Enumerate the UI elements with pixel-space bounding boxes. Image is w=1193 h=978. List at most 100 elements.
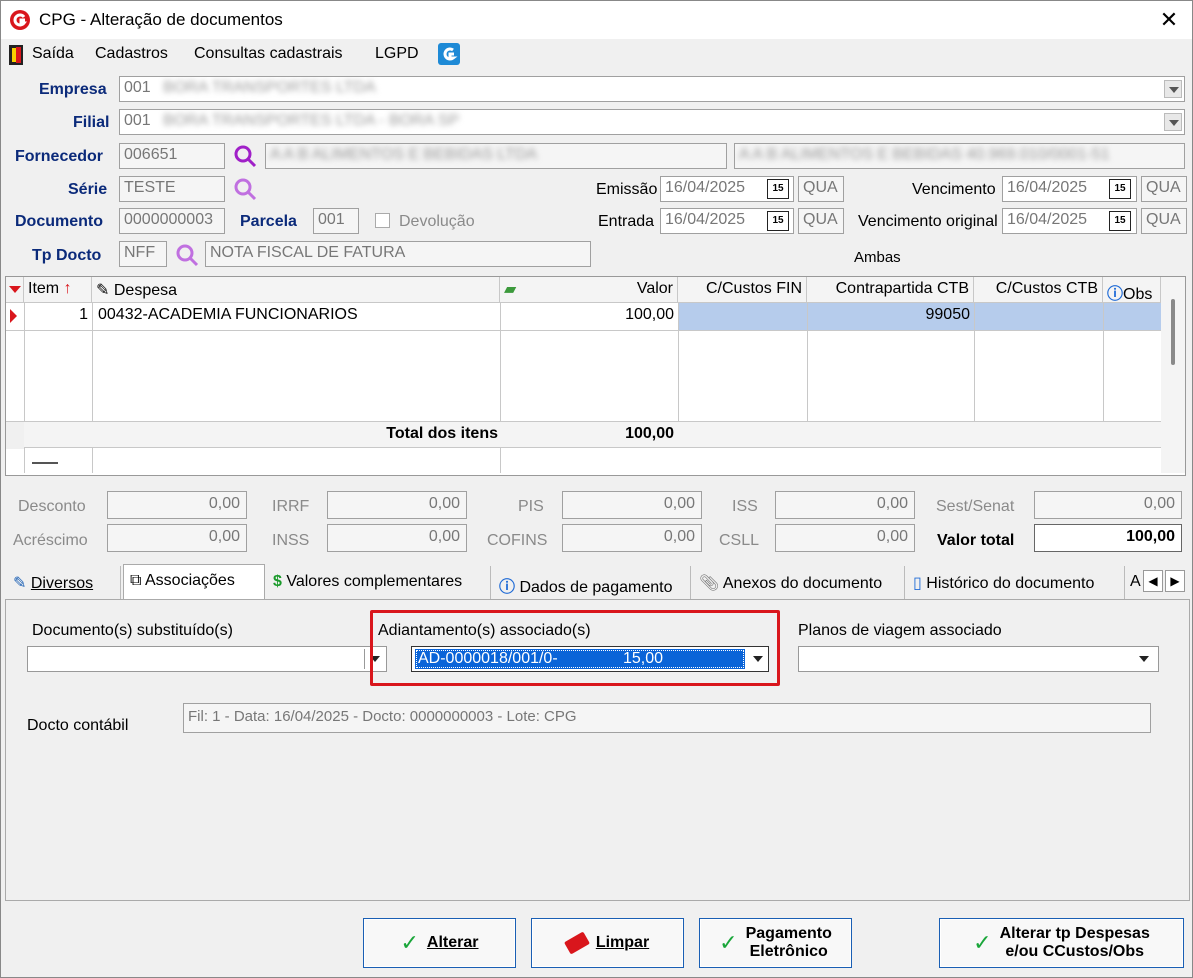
inss-field[interactable]: 0,00 [327, 524, 467, 552]
grid-header-ccustos-ctb[interactable]: C/Custos CTB [974, 277, 1103, 303]
limpar-button[interactable]: Limpar [531, 918, 684, 968]
acrescimo-label: Acréscimo [13, 532, 88, 549]
items-grid: Item ↑ ✎ Despesa ▰ Valor C/Custos FIN Con… [5, 276, 1186, 476]
menu-bar [1, 39, 1192, 71]
pis-field[interactable]: 0,00 [562, 491, 702, 519]
menu-cadastros[interactable]: Cadastros [95, 45, 168, 63]
tab-historico[interactable]: ▯ Histórico do documento [907, 566, 1125, 600]
info-icon: ⓘ [1107, 286, 1124, 303]
csll-label: CSLL [719, 532, 760, 549]
calendar-icon[interactable]: 15 [767, 211, 789, 231]
documento-field[interactable]: 0000000003 [119, 208, 225, 234]
adiantamento-label: Adiantamento(s) associado(s) [378, 622, 591, 639]
vencimento-original-weekday: QUA [1141, 208, 1187, 234]
acrescimo-field[interactable]: 0,00 [107, 524, 247, 552]
filial-name: BORA TRANSPORTES LTDA - BORA SP [163, 112, 460, 129]
adiantamento-selected-value: AD-0000018/001/0- 15,00 [415, 649, 745, 669]
cofins-label: COFINS [487, 532, 548, 549]
search-icon[interactable] [233, 144, 257, 168]
fornecedor-code-field[interactable]: 006651 [119, 143, 225, 169]
money-icon: ▰ [504, 281, 517, 298]
calendar-icon[interactable]: 15 [1109, 179, 1131, 199]
valor-total-field: 100,00 [1034, 524, 1182, 552]
grid-splitter[interactable] [32, 462, 58, 464]
edit-icon: ✎ [13, 575, 27, 592]
substituidos-select[interactable] [27, 646, 387, 672]
menu-lgpd[interactable]: LGPD [375, 45, 419, 63]
search-icon[interactable] [175, 243, 199, 267]
chevron-down-icon[interactable] [1164, 113, 1182, 131]
alterar-tp-despesas-button[interactable]: ✓ Alterar tp Despesas e/ou CCustos/Obs [939, 918, 1184, 968]
g-app-icon[interactable] [438, 43, 460, 65]
desconto-field[interactable]: 0,00 [107, 491, 247, 519]
link-icon: ⧉ [130, 572, 142, 589]
check-icon: ✓ [400, 930, 419, 955]
cofins-field[interactable]: 0,00 [562, 524, 702, 552]
iss-field[interactable]: 0,00 [775, 491, 915, 519]
tab-valores-complementares[interactable]: $ Valores complementares [267, 566, 491, 600]
serie-field[interactable]: TESTE [119, 176, 225, 202]
devolucao-label: Devolução [399, 213, 475, 230]
parcela-field[interactable]: 001 [313, 208, 359, 234]
calendar-icon[interactable]: 15 [767, 179, 789, 199]
tpdocto-code-field[interactable]: NFF [119, 241, 167, 267]
docto-contabil-field: Fil: 1 - Data: 16/04/2025 - Docto: 00000… [183, 703, 1151, 733]
menu-saida[interactable]: Saída [32, 45, 74, 63]
exit-door-icon[interactable] [8, 44, 24, 66]
table-row[interactable]: 1 00432-ACADEMIA FUNCIONARIOS 100,00 990… [6, 303, 1161, 331]
filial-select[interactable]: 001 BORA TRANSPORTES LTDA - BORA SP [119, 109, 1185, 135]
adiantamento-select[interactable]: AD-0000018/001/0- 15,00 [411, 646, 769, 672]
grid-header-contrapartida[interactable]: Contrapartida CTB [807, 277, 974, 303]
tab-scroll-right-icon[interactable]: ▶ [1165, 570, 1185, 592]
grid-header-item[interactable]: Item ↑ [24, 277, 92, 303]
search-icon[interactable] [233, 177, 257, 201]
grid-header-ccustos-fin[interactable]: C/Custos FIN [678, 277, 807, 303]
chevron-down-icon[interactable] [748, 649, 768, 669]
grid-header-despesa[interactable]: ✎ Despesa [92, 277, 500, 303]
fornecedor-label: Fornecedor [15, 148, 104, 165]
chevron-down-icon[interactable] [1134, 649, 1154, 669]
irrf-field[interactable]: 0,00 [327, 491, 467, 519]
total-value: 100,00 [625, 425, 674, 442]
entrada-weekday: QUA [798, 208, 844, 234]
grid-header-obs[interactable]: ⓘObs [1103, 277, 1161, 303]
pagamento-eletronico-button[interactable]: ✓ Pagamento Eletrônico [699, 918, 852, 968]
vencimento-weekday: QUA [1141, 176, 1187, 202]
iss-label: ISS [732, 498, 758, 515]
tab-dados-pagamento[interactable]: ⓘ Dados de pagamento [493, 566, 691, 600]
calendar-icon[interactable]: 15 [1109, 211, 1131, 231]
csll-field[interactable]: 0,00 [775, 524, 915, 552]
check-icon: ✓ [719, 930, 738, 955]
row-valor: 100,00 [625, 306, 674, 323]
planos-viagem-select[interactable] [798, 646, 1159, 672]
menu-consultas-cadastrais[interactable]: Consultas cadastrais [194, 45, 343, 63]
vencimento-original-label: Vencimento original [858, 213, 998, 230]
docto-contabil-label: Docto contábil [27, 717, 129, 734]
scrollbar-thumb[interactable] [1171, 299, 1175, 365]
close-button[interactable]: ✕ [1149, 3, 1189, 37]
fornecedor-extra-field: A A B ALIMENTOS E BEBIDAS 40.969.010/000… [734, 143, 1185, 169]
chevron-down-icon[interactable] [1164, 80, 1182, 98]
empresa-name: BORA TRANSPORTES LTDA [163, 79, 376, 96]
entrada-label: Entrada [598, 213, 655, 230]
grid-scrollbar[interactable] [1161, 277, 1185, 473]
inss-label: INSS [272, 532, 310, 549]
window-title: CPG - Alteração de documentos [39, 10, 283, 29]
filial-code: 001 [124, 112, 151, 129]
tab-diversos[interactable]: ✎ Diversos [7, 566, 121, 600]
tab-associacoes[interactable]: ⧉ Associações [123, 564, 265, 600]
tab-anexos[interactable]: 📎︎ Anexos do documento [693, 566, 905, 600]
planos-viagem-label: Planos de viagem associado [798, 622, 1002, 639]
grid-header-valor[interactable]: ▰ Valor [500, 277, 678, 303]
app-logo-icon [10, 10, 30, 30]
dollar-icon: $ [273, 573, 282, 590]
sest-senat-field[interactable]: 0,00 [1034, 491, 1182, 519]
alterar-button[interactable]: ✓ Alterar [363, 918, 516, 968]
valor-total-label: Valor total [937, 532, 1015, 549]
info-icon: ⓘ [499, 579, 516, 596]
empresa-select[interactable]: 001 BORA TRANSPORTES LTDA [119, 76, 1185, 102]
devolucao-checkbox[interactable] [375, 213, 390, 228]
tab-scroll-left-icon[interactable]: ◀ [1143, 570, 1163, 592]
paperclip-icon: 📎︎ [699, 575, 720, 592]
totals-row: Total dos itens 100,00 [24, 422, 1161, 448]
